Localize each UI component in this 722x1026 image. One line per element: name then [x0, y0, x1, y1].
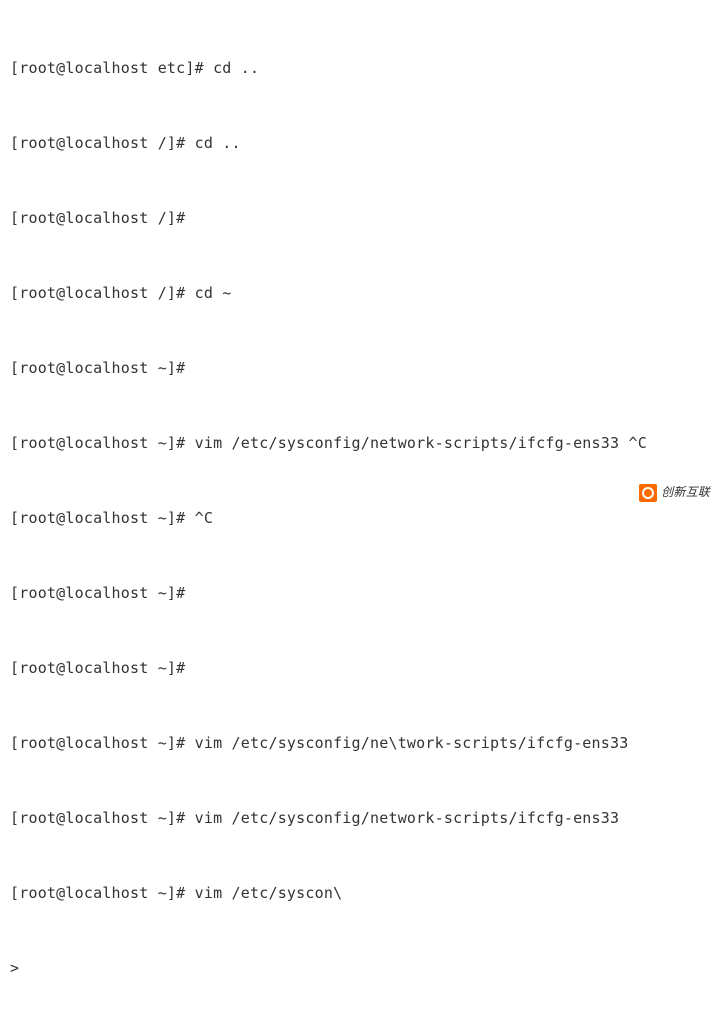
watermark: 创新互联 [599, 478, 714, 507]
terminal-line: [root@localhost ~]# ^C [10, 506, 712, 531]
terminal-line: > [10, 956, 712, 981]
terminal-line: [root@localhost ~]# [10, 356, 712, 381]
terminal-line: [root@localhost ~]# vim /etc/sysconfig/n… [10, 731, 712, 756]
terminal-line: [root@localhost ~]# vim /etc/syscon\ [10, 881, 712, 906]
terminal-line: [root@localhost /]# cd ~ [10, 281, 712, 306]
watermark-text: 创新互联 [661, 480, 710, 505]
terminal-line: [root@localhost etc]# cd .. [10, 56, 712, 81]
terminal-line: [root@localhost /]# cd .. [10, 131, 712, 156]
terminal-line: [root@localhost /]# [10, 206, 712, 231]
terminal-line: [root@localhost ~]# [10, 656, 712, 681]
terminal-line: [root@localhost ~]# [10, 581, 712, 606]
terminal-output[interactable]: [root@localhost etc]# cd .. [root@localh… [10, 6, 712, 1026]
terminal-line: [root@localhost ~]# vim /etc/sysconfig/n… [10, 806, 712, 831]
terminal-line: [root@localhost ~]# vim /etc/sysconfig/n… [10, 431, 712, 456]
watermark-logo-icon [639, 484, 657, 502]
